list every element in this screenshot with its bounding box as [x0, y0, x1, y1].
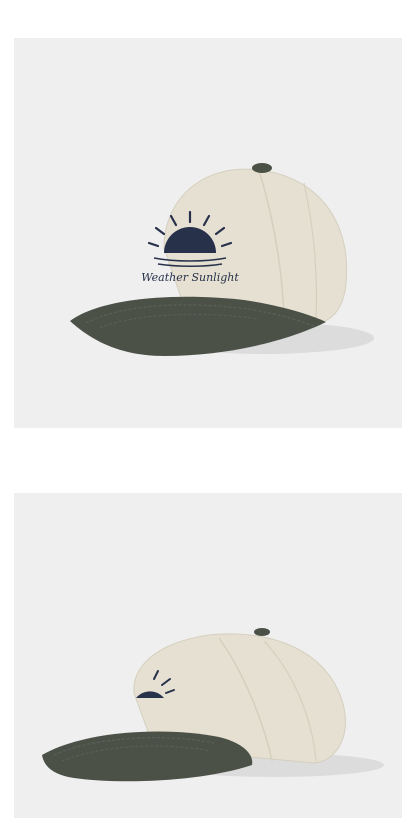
embroidery-text: Weather Sunlight: [141, 271, 239, 284]
cap-side-illustration: [42, 628, 384, 782]
cap-front-illustration: Weather Sunlight: [70, 163, 374, 356]
product-photo-side: [14, 493, 402, 818]
product-gallery: Weather Sunlight: [0, 0, 416, 832]
product-photo-front: Weather Sunlight: [14, 38, 402, 428]
